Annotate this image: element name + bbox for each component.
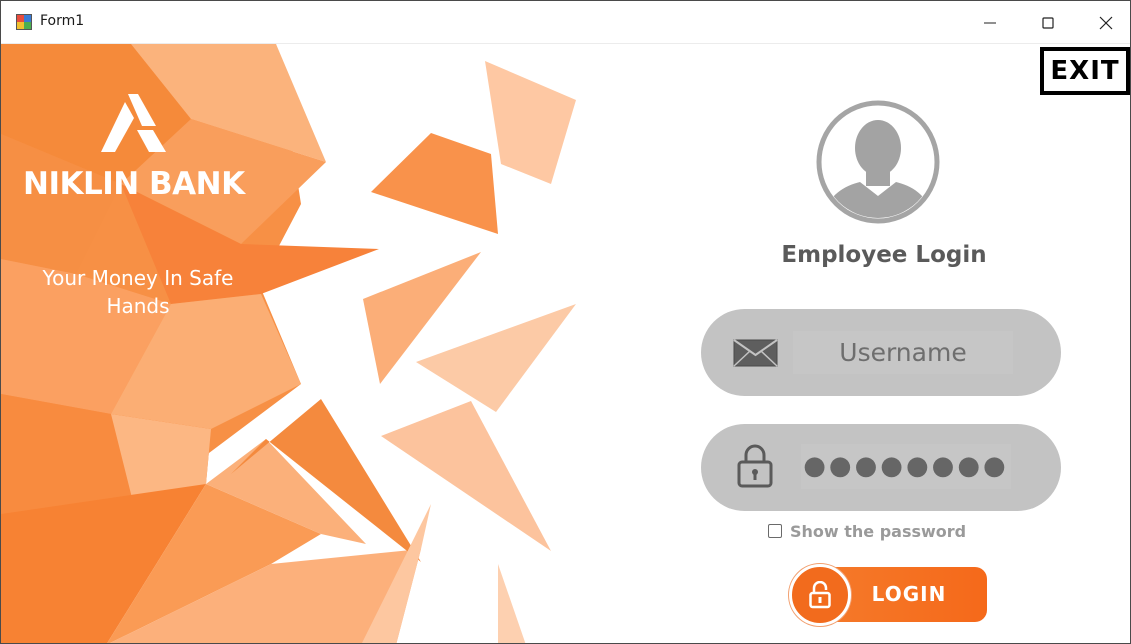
password-field: ●●●●●●●● (701, 424, 1061, 511)
unlock-icon (809, 581, 831, 609)
password-input[interactable]: ●●●●●●●● (801, 444, 1011, 489)
bank-tagline: Your Money In Safe Hands (42, 266, 234, 318)
login-button-label: LOGIN (871, 582, 947, 606)
app-icon (16, 14, 32, 30)
minimize-button[interactable] (961, 1, 1019, 44)
app-window: Form1 NIKLIN BANK Your Money In Safe Han… (0, 0, 1131, 644)
login-title: Employee Login (781, 242, 987, 268)
window-title: Form1 (40, 13, 85, 29)
minimize-icon (984, 22, 996, 24)
bank-logo-icon (101, 94, 166, 152)
exit-button[interactable]: EXIT (1040, 47, 1130, 95)
envelope-icon (733, 339, 778, 367)
geometric-background-art (1, 44, 576, 643)
close-icon (1099, 16, 1113, 30)
maximize-icon (1042, 17, 1054, 29)
username-input[interactable] (793, 331, 1013, 374)
title-bar: Form1 (1, 1, 1130, 44)
user-silhouette-icon (816, 100, 940, 224)
login-form: NIKLIN BANK Your Money In Safe Hands EXI… (1, 44, 1130, 643)
show-password-toggle[interactable]: Show the password (768, 520, 966, 542)
username-field (701, 309, 1061, 396)
bank-name: NIKLIN BANK (23, 166, 245, 202)
close-button[interactable] (1077, 1, 1130, 44)
login-button[interactable]: LOGIN (789, 564, 989, 626)
login-button-badge (789, 564, 851, 626)
padlock-icon (737, 444, 773, 488)
show-password-checkbox[interactable] (768, 524, 782, 538)
show-password-label: Show the password (790, 521, 967, 541)
maximize-button[interactable] (1019, 1, 1077, 44)
